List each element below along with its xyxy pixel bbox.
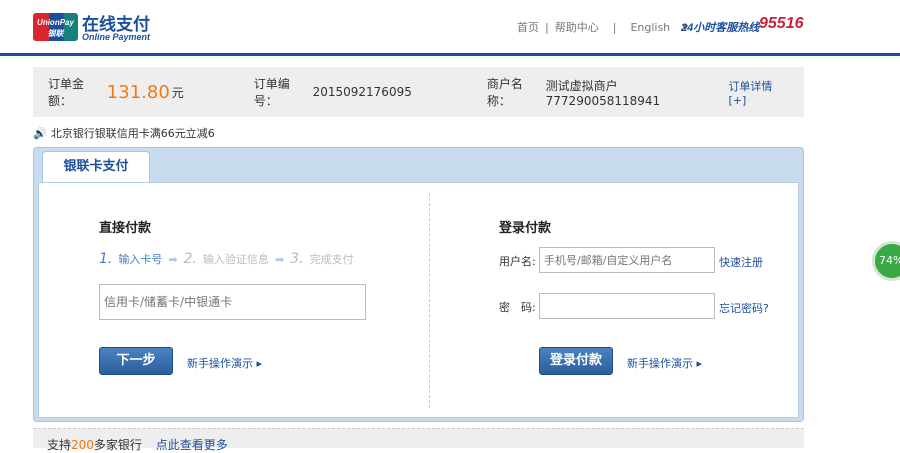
- step-2-number: 2.: [183, 251, 197, 267]
- amount-label: 订单金额：: [48, 77, 85, 108]
- step-3-number: 3.: [290, 251, 304, 267]
- login-pay-title: 登录付款: [499, 221, 552, 236]
- currency: 元: [171, 85, 184, 100]
- header: UnionPay 银联 在线支付 Online Payment 首页 | 帮助中心 |…: [0, 0, 900, 56]
- support-suffix: 多家银行: [93, 438, 142, 452]
- step-3-label: 完成支付: [309, 253, 354, 266]
- tab-unionpay-card[interactable]: 银联卡支付: [42, 151, 150, 183]
- order-details-link[interactable]: 订单详情[+]: [728, 78, 789, 107]
- nav-help[interactable]: 帮助中心: [555, 19, 599, 35]
- hotline-label: 24小时客服热线: [681, 22, 760, 34]
- arrow-right-icon: ➡: [274, 252, 285, 266]
- speaker-icon: 🔊: [33, 126, 47, 140]
- direct-pay-title: 直接付款: [99, 221, 152, 236]
- play-icon: ▸: [256, 357, 263, 370]
- password-label: 密 码:: [499, 301, 536, 314]
- order-summary: 订单金额： 131.80 元 订单编号： 2015092176095 商户名称：…: [33, 67, 804, 117]
- payment-content: 直接付款 1. 输入卡号 ➡ 2. 输入验证信息 ➡ 3. 完成支付 下一步 新…: [38, 182, 799, 418]
- top-nav: 首页 | 帮助中心 | English ▼: [517, 19, 689, 35]
- demo-link[interactable]: 新手操作演示 ▸: [627, 355, 702, 371]
- login-pay-button[interactable]: 登录付款: [539, 347, 613, 375]
- next-step-button[interactable]: 下一步: [99, 347, 173, 375]
- divider: [429, 193, 430, 408]
- payment-panel: 银联卡支付 直接付款 1. 输入卡号 ➡ 2. 输入验证信息 ➡ 3. 完成支付…: [33, 147, 804, 422]
- order-number-label: 订单编号：: [253, 77, 290, 108]
- forgot-password-link[interactable]: 忘记密码?: [719, 300, 769, 316]
- step-2-label: 输入验证信息: [202, 253, 269, 266]
- username-label: 用户名:: [499, 255, 536, 268]
- card-number-input[interactable]: [99, 284, 366, 320]
- promo-text: 北京银行银联信用卡满66元立减6: [50, 127, 215, 140]
- promo-notice: 🔊 北京银行银联信用卡满66元立减6: [33, 125, 215, 141]
- merchant-label: 商户名称：: [486, 77, 523, 108]
- language-select[interactable]: English: [630, 21, 670, 34]
- bank-count: 200: [71, 438, 94, 452]
- support-prefix: 支持: [47, 438, 72, 452]
- username-input[interactable]: [539, 247, 715, 273]
- order-amount: 131.80: [106, 81, 170, 103]
- step-1-number: 1.: [99, 251, 113, 267]
- step-1-label: 输入卡号: [118, 253, 163, 266]
- order-number: 2015092176095: [312, 85, 412, 99]
- bank-support-bar: 支持200多家银行 点此查看更多: [33, 428, 804, 452]
- more-banks-link[interactable]: 点此查看更多: [156, 438, 228, 452]
- logo-subtitle: Online Payment: [82, 32, 151, 42]
- nav-home[interactable]: 首页: [517, 19, 539, 35]
- hotline-number: 95516: [759, 15, 804, 32]
- register-link[interactable]: 快速注册: [719, 254, 763, 270]
- merchant-name: 测试虚拟商户777290058118941: [545, 78, 661, 108]
- arrow-right-icon: ➡: [168, 252, 178, 266]
- step-indicator: 1. 输入卡号 ➡ 2. 输入验证信息 ➡ 3. 完成支付: [99, 251, 354, 267]
- progress-badge[interactable]: 74%: [872, 241, 900, 281]
- unionpay-logo: UnionPay 银联: [33, 13, 78, 41]
- demo-link[interactable]: 新手操作演示 ▸: [187, 355, 262, 371]
- play-icon: ▸: [696, 357, 703, 370]
- password-input[interactable]: [539, 293, 715, 319]
